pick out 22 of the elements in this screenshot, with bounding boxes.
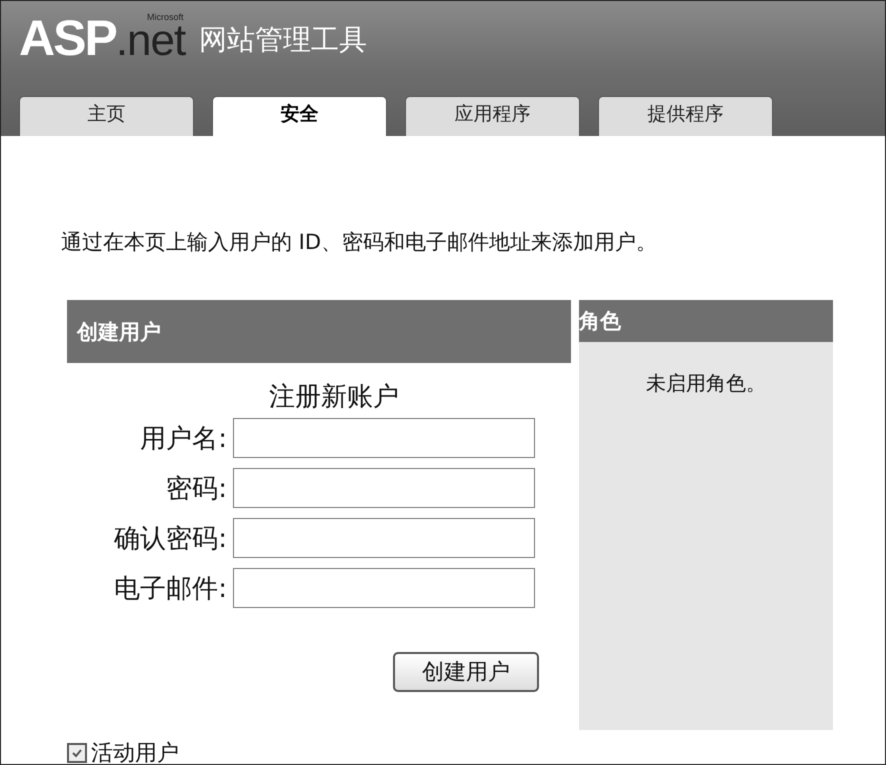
create-user-header: 创建用户	[67, 300, 571, 363]
checkbox[interactable]	[67, 743, 87, 763]
form-title: 注册新账户	[268, 381, 400, 414]
input-field[interactable]	[233, 418, 535, 458]
field-label: 密码:	[165, 472, 228, 506]
input-field[interactable]	[233, 468, 535, 508]
roles-message: 未启用角色。	[645, 370, 767, 397]
check-icon	[71, 747, 83, 759]
field-label: 用户名:	[139, 422, 228, 456]
app-title: 网站管理工具	[199, 22, 368, 58]
tab[interactable]: 提供程序	[598, 96, 773, 136]
roles-header: 角色	[579, 300, 833, 342]
field-label: 电子邮件:	[113, 572, 228, 606]
input-field[interactable]	[233, 568, 535, 608]
tab[interactable]: 安全	[212, 96, 387, 136]
checkbox-label: 活动用户	[91, 740, 179, 764]
input-field[interactable]	[233, 518, 535, 558]
create-user-button[interactable]: 创建用户	[393, 652, 539, 692]
intro-text: 通过在本页上输入用户的 ID、密码和电子邮件地址来添加用户。	[61, 229, 658, 256]
tab[interactable]: 主页	[19, 96, 194, 136]
tab[interactable]: 应用程序	[405, 96, 580, 136]
field-label: 确认密码:	[113, 522, 228, 556]
